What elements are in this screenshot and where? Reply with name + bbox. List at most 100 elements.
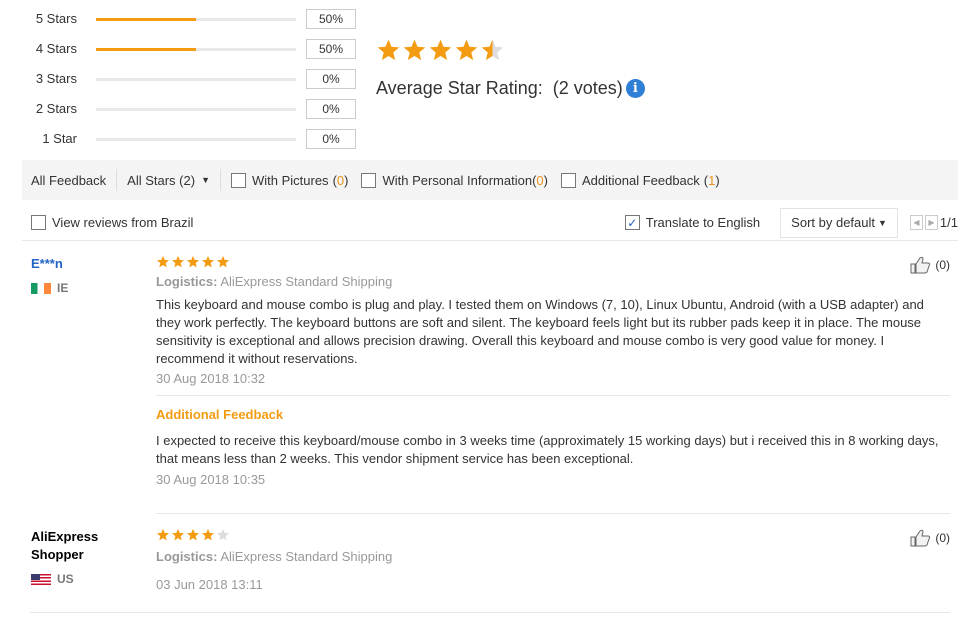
- average-rating-text: Average Star Rating: (2 votes) i: [376, 78, 645, 99]
- chevron-down-icon: ▼: [878, 217, 887, 228]
- flag-canton: [31, 573, 40, 580]
- sort-label: Sort by default: [791, 215, 875, 230]
- helpful-button[interactable]: (0): [910, 256, 950, 274]
- all-stars-label: All Stars (2): [127, 172, 196, 188]
- pagination: ◀ ▶ 1/1: [909, 215, 958, 230]
- view-brazil-label: View reviews from Brazil: [52, 215, 194, 230]
- filter-bar: All Feedback All Stars (2) ▼ With Pictur…: [22, 160, 958, 200]
- translate-checkbox[interactable]: ✓: [624, 215, 640, 230]
- breakdown-percent: 50%: [306, 39, 356, 59]
- star-filled-icon: [403, 39, 426, 61]
- star-filled-icon: [377, 39, 400, 61]
- breakdown-label: 5 Stars: [35, 11, 77, 26]
- logistics-label: Logistics:: [156, 274, 218, 289]
- logistics-line: Logistics: AliExpress Standard Shipping: [156, 549, 950, 564]
- star-filled-icon: [171, 255, 185, 268]
- star-filled-icon: [156, 255, 170, 268]
- translate-label: Translate to English: [645, 215, 761, 230]
- helpful-count: (0): [935, 531, 950, 545]
- with-pictures-checkbox[interactable]: [230, 172, 246, 188]
- breakdown-percent: 0%: [306, 99, 356, 119]
- breakdown-label: 4 Stars: [35, 41, 77, 56]
- helpful-button[interactable]: (0): [910, 529, 950, 547]
- country-code: US: [57, 572, 74, 586]
- breakdown-label: 1 Star: [42, 131, 77, 146]
- average-stars: [376, 38, 505, 63]
- thumbs-up-icon: [910, 256, 931, 274]
- with-pictures-label: With Pictures: [251, 172, 329, 188]
- view-brazil-checkbox[interactable]: [31, 215, 46, 230]
- count-value: 0: [536, 172, 544, 188]
- logistics-value: AliExpress Standard Shipping: [220, 274, 393, 289]
- all-stars-dropdown[interactable]: All Stars (2) ▼: [127, 173, 210, 188]
- breakdown-row-1[interactable]: 1 Star 0%: [0, 129, 370, 151]
- star-filled-icon: [201, 255, 215, 268]
- with-pictures-count: (0): [333, 173, 349, 188]
- with-pictures-filter[interactable]: With Pictures (0): [230, 172, 349, 188]
- breakdown-row-4[interactable]: 4 Stars 50%: [0, 39, 370, 61]
- breakdown-row-3[interactable]: 3 Stars 0%: [0, 69, 370, 91]
- review-stars: [156, 528, 950, 542]
- page-indicator: 1/1: [939, 215, 958, 230]
- divider: [219, 169, 221, 191]
- star-filled-icon: [186, 528, 200, 541]
- review-date: 30 Aug 2018 10:32: [156, 371, 266, 386]
- country-code: IE: [57, 281, 69, 295]
- additional-feedback-filter[interactable]: Additional Feedback (1): [560, 172, 720, 188]
- logistics-value: AliExpress Standard Shipping: [220, 549, 393, 564]
- with-personal-filter[interactable]: With Personal Information (0): [361, 172, 548, 188]
- breakdown-bar: [96, 138, 296, 141]
- review-text: This keyboard and mouse combo is plug an…: [156, 297, 924, 366]
- next-page-icon[interactable]: ▶: [924, 215, 938, 230]
- breakdown-row-2[interactable]: 2 Stars 0%: [0, 99, 370, 121]
- ireland-flag-icon: [31, 282, 51, 294]
- divider: [156, 513, 950, 514]
- paren: ): [344, 172, 349, 188]
- additional-feedback-date: 30 Aug 2018 10:35: [156, 472, 266, 487]
- breakdown-bar: [96, 18, 296, 21]
- average-rating-label: Average Star Rating:: [376, 78, 543, 98]
- vote-count: (2 votes): [552, 78, 623, 98]
- breakdown-label: 3 Stars: [35, 71, 77, 86]
- additional-feedback-text: I expected to receive this keyboard/mous…: [156, 433, 939, 466]
- additional-feedback-label: Additional Feedback: [581, 172, 700, 188]
- paren: ): [543, 172, 548, 188]
- star-filled-icon: [455, 39, 478, 61]
- reviewer-name[interactable]: AliExpress Shopper: [31, 528, 131, 564]
- star-filled-icon: [216, 255, 230, 268]
- star-empty-icon: [216, 528, 230, 541]
- us-flag-icon: [31, 573, 51, 585]
- reviewer-name[interactable]: E***n: [31, 255, 131, 273]
- thumbs-up-icon: [910, 529, 931, 547]
- with-personal-label: With Personal Information: [382, 172, 533, 188]
- all-feedback-tab[interactable]: All Feedback: [31, 173, 106, 188]
- view-brazil-filter[interactable]: View reviews from Brazil: [31, 215, 193, 230]
- review-stars: [156, 255, 950, 269]
- chevron-down-icon: ▼: [201, 175, 210, 185]
- breakdown-row-5[interactable]: 5 Stars 50%: [0, 9, 370, 31]
- helpful-count: (0): [935, 258, 950, 272]
- additional-feedback-checkbox[interactable]: [560, 172, 576, 188]
- with-personal-checkbox[interactable]: [361, 172, 377, 188]
- breakdown-bar: [96, 108, 296, 111]
- logistics-line: Logistics: AliExpress Standard Shipping: [156, 274, 950, 289]
- additional-feedback-heading: Additional Feedback: [156, 407, 284, 422]
- average-rating: Average Star Rating: (2 votes) i: [376, 38, 645, 98]
- additional-feedback-count: (1): [704, 173, 720, 188]
- breakdown-percent: 50%: [306, 9, 356, 29]
- logistics-label: Logistics:: [156, 549, 218, 564]
- prev-page-icon[interactable]: ◀: [909, 215, 923, 230]
- breakdown-bar: [96, 48, 296, 51]
- review-body: Logistics: AliExpress Standard Shipping …: [156, 528, 950, 592]
- breakdown-fill: [96, 48, 196, 51]
- info-icon[interactable]: i: [625, 79, 645, 98]
- paren: ): [715, 172, 720, 188]
- divider: [156, 395, 950, 396]
- reviewer-country: US: [31, 572, 74, 586]
- breakdown-label: 2 Stars: [35, 101, 77, 116]
- translate-toggle[interactable]: ✓ Translate to English: [624, 215, 761, 230]
- sort-dropdown[interactable]: Sort by default ▼: [780, 207, 898, 238]
- star-filled-icon: [171, 528, 185, 541]
- star-filled-icon: [186, 255, 200, 268]
- divider: [30, 612, 950, 613]
